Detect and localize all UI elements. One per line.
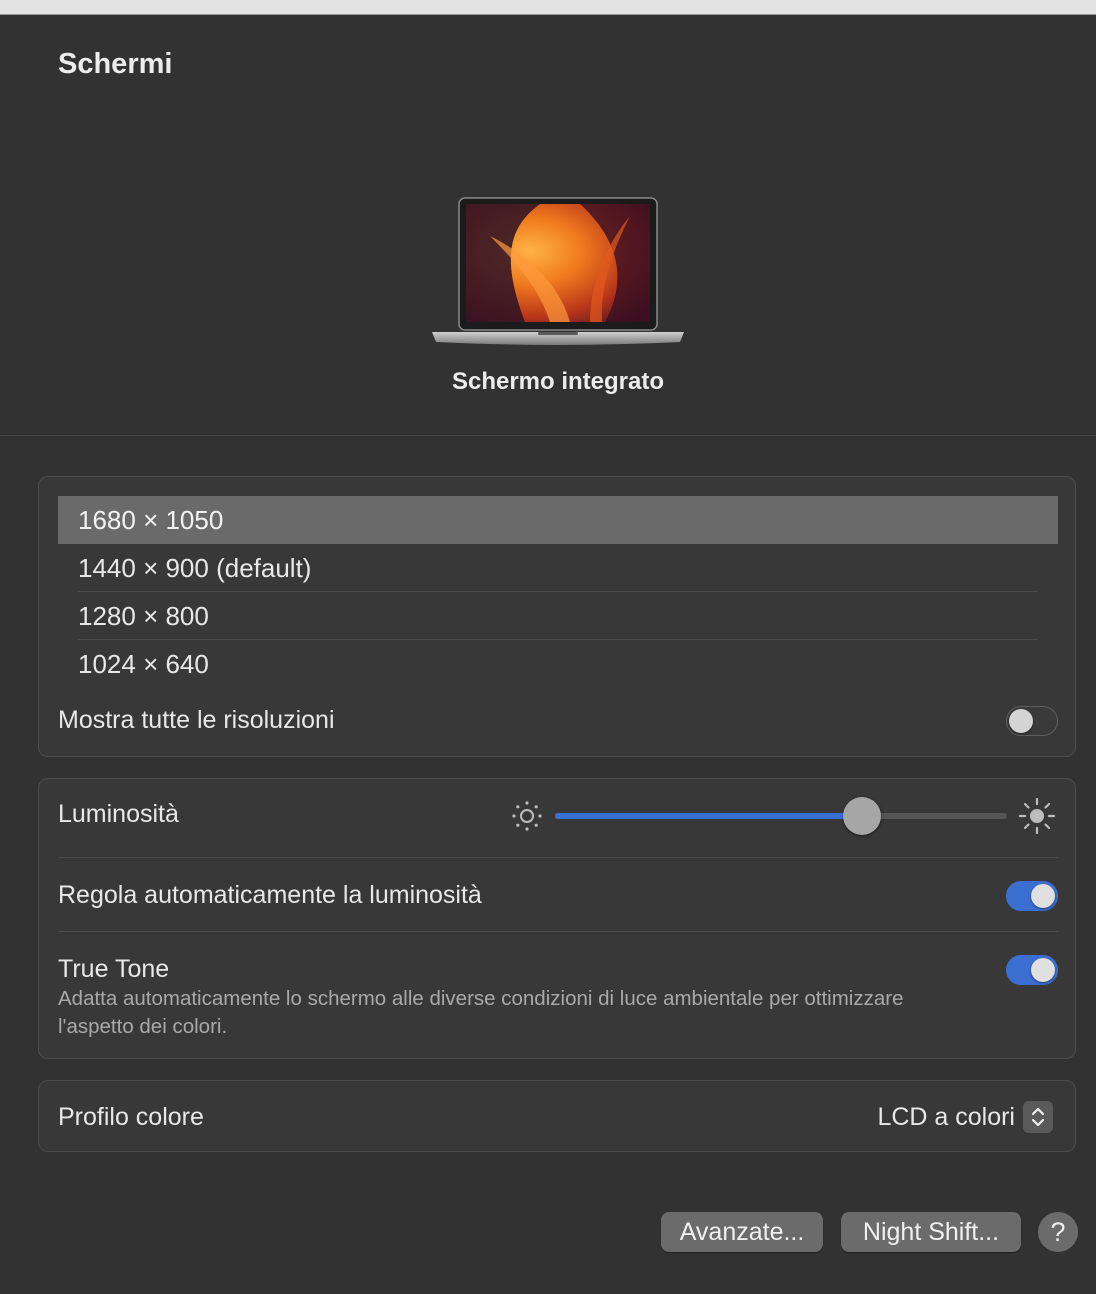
divider — [58, 857, 1058, 858]
night-shift-button[interactable]: Night Shift... — [841, 1212, 1021, 1252]
brightness-label: Luminosità — [58, 800, 179, 828]
divider — [0, 435, 1096, 436]
up-down-chevron-icon — [1023, 1101, 1053, 1133]
brightness-slider-fill — [555, 813, 862, 819]
color-profile-value: LCD a colori — [877, 1102, 1015, 1131]
color-profile-select[interactable]: LCD a colori — [877, 1100, 1053, 1134]
show-all-resolutions-label: Mostra tutte le risoluzioni — [58, 706, 335, 734]
display-name: Schermo integrato — [451, 368, 665, 395]
resolution-panel: 1680 × 1050 1440 × 900 (default) 1280 × … — [38, 476, 1076, 757]
resolution-option-1024[interactable]: 1024 × 640 — [58, 640, 1058, 688]
true-tone-description: Adatta automaticamente lo schermo alle d… — [58, 987, 904, 1038]
auto-brightness-toggle[interactable] — [1006, 881, 1058, 911]
divider — [58, 931, 1058, 932]
resolution-list[interactable]: 1680 × 1050 1440 × 900 (default) 1280 × … — [58, 496, 1058, 688]
laptop-icon[interactable] — [430, 196, 686, 356]
display-preview: Schermo integrato — [0, 110, 1096, 436]
auto-brightness-label: Regola automaticamente la luminosità — [58, 881, 482, 909]
true-tone-toggle[interactable] — [1006, 955, 1058, 985]
color-profile-panel: Profilo colore LCD a colori — [38, 1080, 1076, 1152]
page-title: Schermi — [58, 48, 173, 80]
brightness-high-icon — [1018, 797, 1056, 835]
brightness-slider-thumb[interactable] — [843, 797, 881, 835]
show-all-resolutions-row: Mostra tutte le risoluzioni — [58, 700, 1058, 744]
help-button[interactable]: ? — [1038, 1212, 1078, 1252]
brightness-low-icon — [512, 801, 542, 831]
resolution-option-1280[interactable]: 1280 × 800 — [58, 592, 1058, 640]
resolution-option-1440[interactable]: 1440 × 900 (default) — [58, 544, 1058, 592]
resolution-option-1680[interactable]: 1680 × 1050 — [58, 496, 1058, 544]
advanced-button[interactable]: Avanzate... — [661, 1212, 823, 1252]
window-top-edge — [0, 0, 1096, 15]
show-all-resolutions-toggle[interactable] — [1006, 706, 1058, 736]
brightness-panel: Luminosità Regola automaticamente la lum… — [38, 778, 1076, 1059]
true-tone-label: True Tone — [58, 955, 170, 983]
brightness-slider[interactable] — [555, 797, 1007, 835]
color-profile-label: Profilo colore — [58, 1103, 204, 1131]
